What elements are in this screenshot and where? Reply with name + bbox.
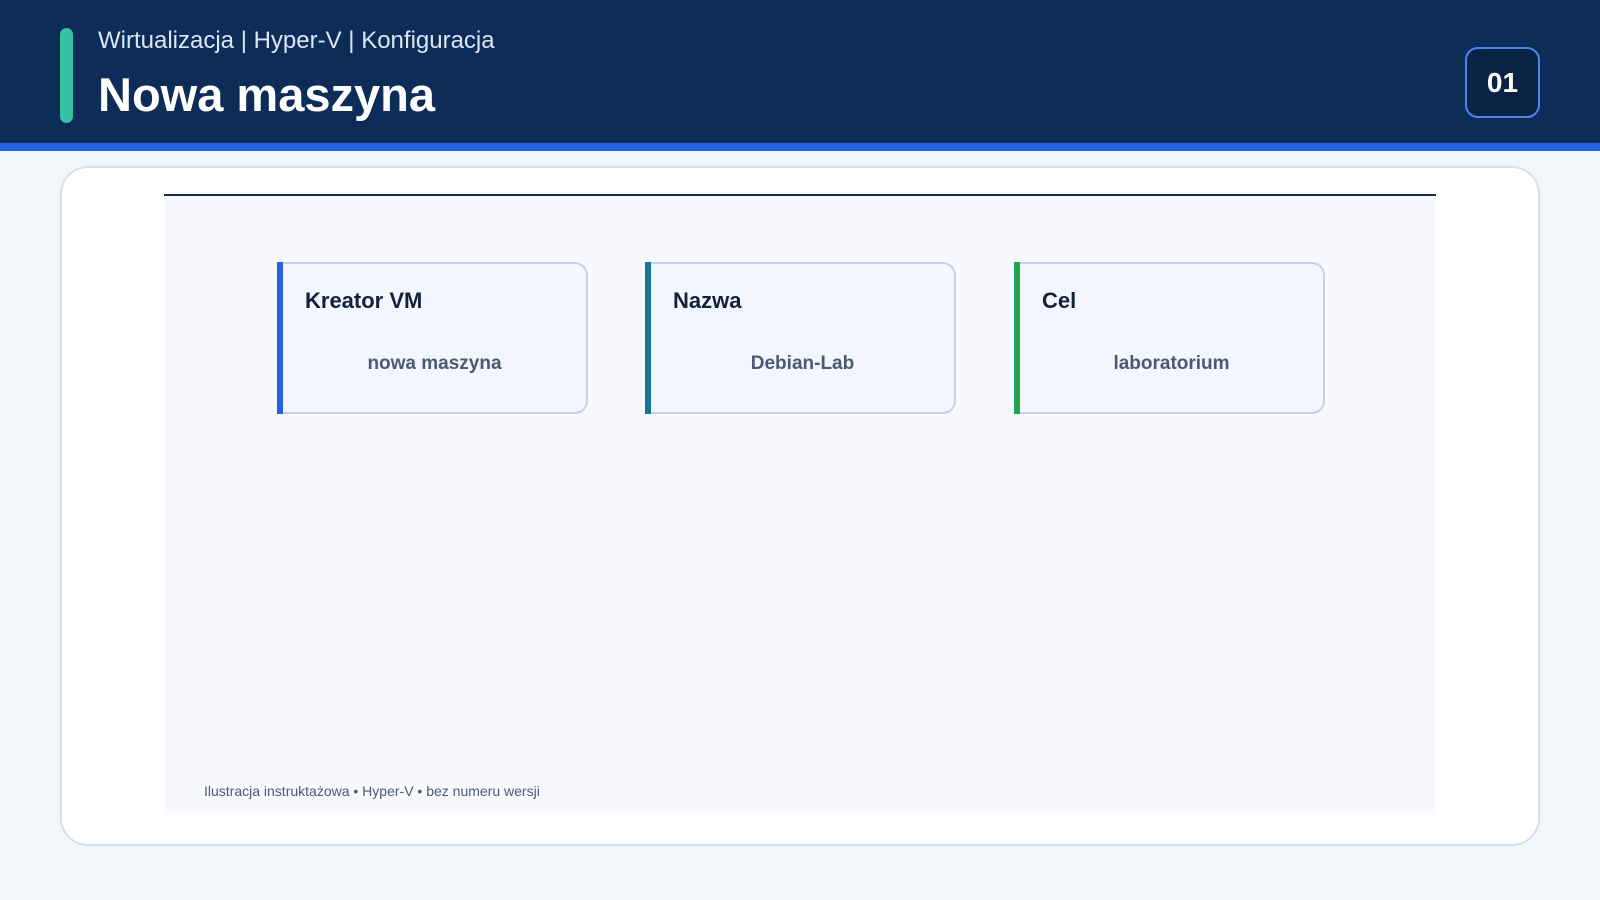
card-value: laboratorium <box>1113 353 1230 374</box>
card-label: Nazwa <box>673 288 742 313</box>
card-label: Cel <box>1042 288 1077 313</box>
card-nazwa: Nazwa Debian-Lab <box>645 262 956 414</box>
header-accent-bar <box>60 28 73 123</box>
card-kreator-vm: Kreator VM nowa maszyna <box>277 262 588 414</box>
footnote: Ilustracja instruktażowa • Hyper-V • bez… <box>204 783 540 799</box>
card-cel: Cel laboratorium <box>1014 262 1325 414</box>
card-value: Debian-Lab <box>750 353 855 374</box>
card-value: nowa maszyna <box>367 353 502 374</box>
header-stripe <box>0 143 1600 151</box>
page-number-badge: 01 <box>1465 47 1540 118</box>
breadcrumb: Wirtualizacja | Hyper-V | Konfiguracja <box>98 27 495 54</box>
card-accent-bar <box>277 262 283 414</box>
card-label: Kreator VM <box>305 288 423 313</box>
page-title: Nowa maszyna <box>98 68 435 121</box>
card-accent-bar <box>645 262 651 414</box>
card-accent-bar <box>1014 262 1020 414</box>
